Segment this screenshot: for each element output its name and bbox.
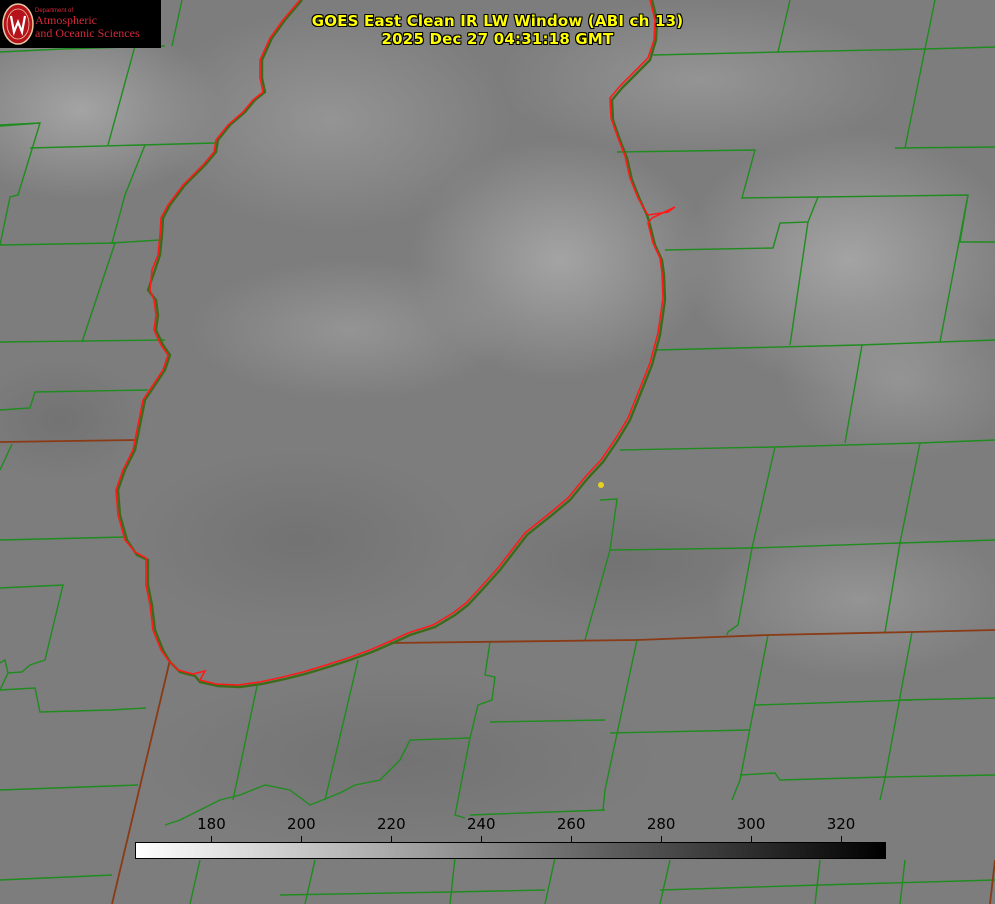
station-marker (598, 482, 604, 488)
image-timestamp: 2025 Dec 27 04:31:18 GMT (381, 30, 614, 48)
colorbar-tick-label: 180 (197, 815, 226, 833)
colorbar-tick-label: 220 (377, 815, 406, 833)
map-canvas (0, 0, 995, 904)
colorbar-tick-label: 240 (466, 815, 496, 833)
colorbar-tick-label: 300 (736, 815, 766, 833)
colorbar-tick-label: 280 (646, 815, 676, 833)
colorbar-tick-label: 320 (826, 815, 856, 833)
colorbar (135, 842, 886, 859)
satellite-map: Department of Atmospheric and Oceanic Sc… (0, 0, 995, 904)
image-title: GOES East Clean IR LW Window (ABI ch 13) (311, 12, 684, 30)
colorbar-tick-label: 260 (556, 815, 586, 833)
colorbar-tick-label: 200 (287, 815, 316, 833)
